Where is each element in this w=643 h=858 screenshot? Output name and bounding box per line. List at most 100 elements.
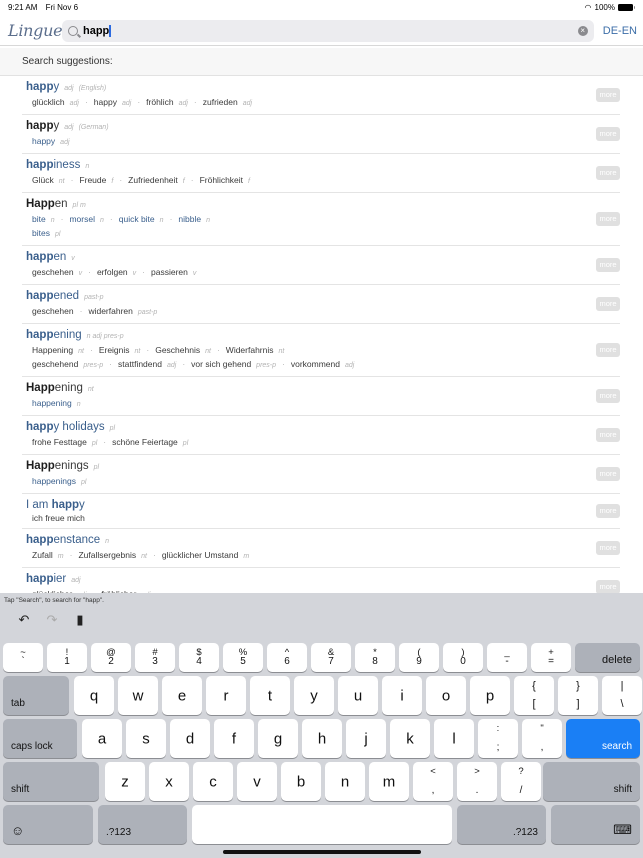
key-a[interactable]: a bbox=[82, 719, 122, 758]
emoji-key[interactable]: ☺ bbox=[3, 805, 93, 844]
key-5[interactable]: % 5 bbox=[223, 643, 263, 672]
translation[interactable]: bite bbox=[32, 214, 46, 224]
translation[interactable]: Happening bbox=[32, 345, 73, 355]
key-c[interactable]: c bbox=[193, 762, 233, 801]
translation[interactable]: fröhlich bbox=[146, 97, 173, 107]
key-v[interactable]: v bbox=[237, 762, 277, 801]
key-2[interactable]: @2 bbox=[91, 643, 131, 672]
key-z[interactable]: z bbox=[105, 762, 145, 801]
left-shift-key[interactable]: shift bbox=[3, 762, 99, 801]
more-button[interactable]: more bbox=[596, 580, 620, 594]
key-k[interactable]: k bbox=[390, 719, 430, 758]
key-j[interactable]: j bbox=[346, 719, 386, 758]
translation[interactable]: stattfindend bbox=[118, 359, 162, 369]
numbers-key-right[interactable]: .?123 bbox=[457, 805, 546, 844]
undo-icon[interactable]: ↶ bbox=[16, 612, 32, 628]
more-button[interactable]: more bbox=[596, 127, 620, 141]
translation[interactable]: glücklicher Umstand bbox=[162, 550, 239, 560]
translation[interactable]: erfolgen bbox=[97, 267, 128, 277]
key-8[interactable]: * 8 bbox=[355, 643, 395, 672]
suggestion-term[interactable]: I am happy bbox=[26, 498, 620, 512]
key-=[interactable]: + = bbox=[531, 643, 571, 672]
key-l[interactable]: l bbox=[434, 719, 474, 758]
translation[interactable]: morsel bbox=[69, 214, 95, 224]
translation[interactable]: nibble bbox=[178, 214, 201, 224]
suggestion-row[interactable]: happenstance n Zufall m · Zufallsergebnis nt · g… bbox=[22, 529, 620, 568]
key-q[interactable]: q bbox=[74, 676, 114, 715]
key-f[interactable]: f bbox=[214, 719, 254, 758]
key-9[interactable]: (9 bbox=[399, 643, 439, 672]
translation[interactable]: happy bbox=[32, 136, 55, 146]
suggestion-term[interactable]: happened past-p bbox=[26, 289, 620, 305]
translation[interactable]: quick bite bbox=[119, 214, 155, 224]
key-p[interactable]: p bbox=[470, 676, 510, 715]
key-i[interactable]: i bbox=[382, 676, 422, 715]
key-g[interactable]: g bbox=[258, 719, 298, 758]
key-b[interactable]: b bbox=[281, 762, 321, 801]
key-m[interactable]: m bbox=[369, 762, 409, 801]
search-key[interactable]: search bbox=[566, 719, 640, 758]
suggestion-row[interactable]: Happening nt happening n more bbox=[22, 377, 620, 416]
more-button[interactable]: more bbox=[596, 343, 620, 357]
search-field[interactable]: × bbox=[62, 19, 594, 42]
suggestion-row[interactable]: I am happy ich freue mich more bbox=[22, 494, 620, 529]
key-r[interactable]: r bbox=[206, 676, 246, 715]
suggestion-term[interactable]: happenstance n bbox=[26, 533, 620, 549]
translation[interactable]: widerfahren bbox=[88, 306, 132, 316]
suggestion-term[interactable]: happen v bbox=[26, 250, 620, 266]
translation[interactable]: happy bbox=[94, 97, 117, 107]
suggestion-term[interactable]: happiness n bbox=[26, 158, 620, 174]
translation[interactable]: Zufriedenheit bbox=[128, 175, 178, 185]
suggestion-term[interactable]: Happen pl m bbox=[26, 197, 620, 213]
key-sym[interactable]: ? / bbox=[501, 762, 541, 801]
suggestion-row[interactable]: happy adj (German) happy adj more bbox=[22, 115, 620, 154]
key-d[interactable]: d bbox=[170, 719, 210, 758]
translation[interactable]: geschehen bbox=[32, 306, 74, 316]
translation[interactable]: Geschehnis bbox=[155, 345, 200, 355]
right-shift-key[interactable]: shift bbox=[543, 762, 640, 801]
suggestion-row[interactable]: happy adj (English) glücklich adj · happy adj · f… bbox=[22, 76, 620, 115]
space-key[interactable] bbox=[192, 805, 452, 844]
linguee-logo[interactable]: Linguee bbox=[8, 21, 72, 40]
suggestion-term[interactable]: happening n adj pres-p bbox=[26, 328, 620, 344]
suggestion-term[interactable]: happy holidays pl bbox=[26, 420, 620, 436]
translation[interactable]: Zufallsergebnis bbox=[78, 550, 136, 560]
translation[interactable]: geschehen bbox=[32, 267, 74, 277]
suggestion-term[interactable]: Happenings pl bbox=[26, 459, 620, 475]
key-sym[interactable]: {[ bbox=[514, 676, 554, 715]
key-s[interactable]: s bbox=[126, 719, 166, 758]
key-`[interactable]: ~ ` bbox=[3, 643, 43, 672]
key--[interactable]: _ - bbox=[487, 643, 527, 672]
key-n[interactable]: n bbox=[325, 762, 365, 801]
suggestion-row[interactable]: happen v geschehen v · erfolgen v · passieren v mo… bbox=[22, 246, 620, 285]
suggestion-term[interactable]: happy adj (English) bbox=[26, 80, 620, 96]
paste-icon[interactable]: ▮ bbox=[72, 612, 88, 628]
language-pair-button[interactable]: DE-EN bbox=[603, 25, 637, 37]
key-u[interactable]: u bbox=[338, 676, 378, 715]
translation[interactable]: frohe Festtage bbox=[32, 437, 87, 447]
suggestion-term[interactable]: Happening nt bbox=[26, 381, 620, 397]
clear-search-button[interactable]: × bbox=[577, 25, 588, 36]
key-sym[interactable]: }] bbox=[558, 676, 598, 715]
translation[interactable]: zufrieden bbox=[203, 97, 238, 107]
key-y[interactable]: y bbox=[294, 676, 334, 715]
more-button[interactable]: more bbox=[596, 212, 620, 226]
translation[interactable]: happening bbox=[32, 398, 72, 408]
translation[interactable]: passieren bbox=[151, 267, 188, 277]
suggestion-term[interactable]: happy adj (German) bbox=[26, 119, 620, 135]
numbers-key-left[interactable]: .?123 bbox=[98, 805, 187, 844]
translation[interactable]: vor sich gehend bbox=[191, 359, 251, 369]
more-button[interactable]: more bbox=[596, 428, 620, 442]
translation[interactable]: Widerfahrnis bbox=[226, 345, 274, 355]
key-o[interactable]: o bbox=[426, 676, 466, 715]
translation[interactable]: Glück bbox=[32, 175, 54, 185]
translation[interactable]: ich freue mich bbox=[32, 513, 85, 523]
key-h[interactable]: h bbox=[302, 719, 342, 758]
key-x[interactable]: x bbox=[149, 762, 189, 801]
suggestion-row[interactable]: Happen pl m bite n · morsel n · quick bite n · nibb… bbox=[22, 193, 620, 246]
translation[interactable]: vorkommend bbox=[291, 359, 340, 369]
key-4[interactable]: $4 bbox=[179, 643, 219, 672]
translation[interactable]: geschehend bbox=[32, 359, 78, 369]
more-button[interactable]: more bbox=[596, 297, 620, 311]
key-3[interactable]: #3 bbox=[135, 643, 175, 672]
